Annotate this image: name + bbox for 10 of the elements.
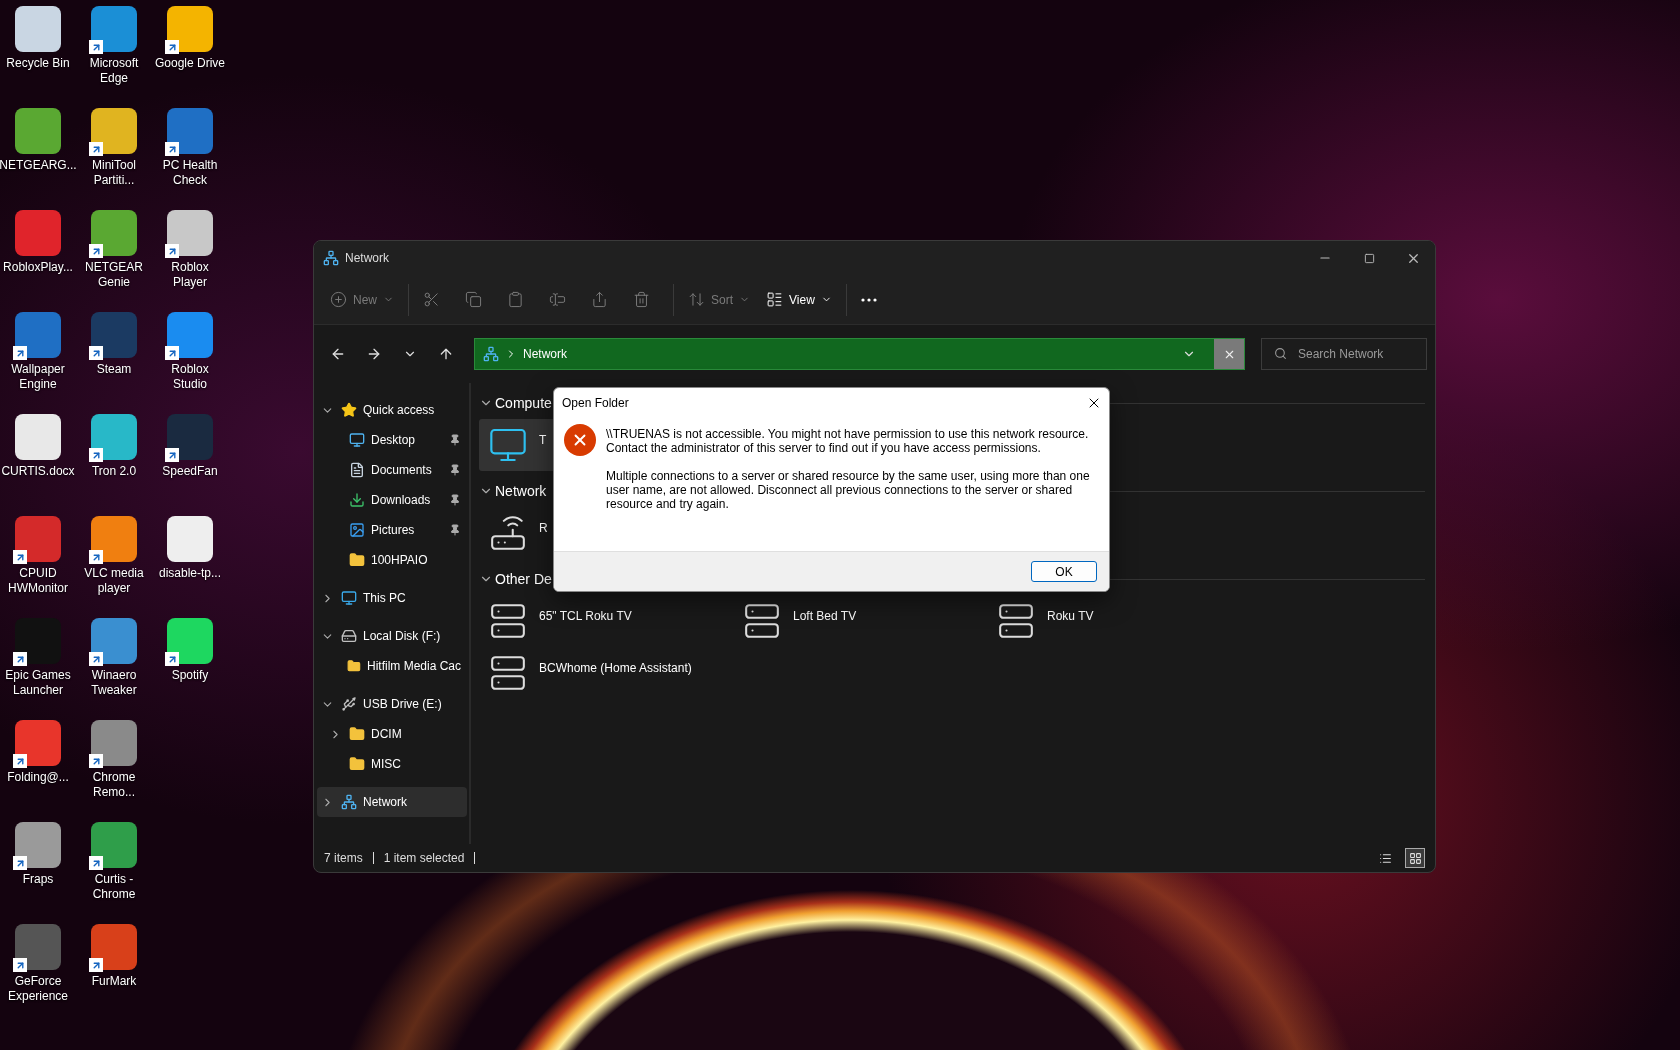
group-header: Network [495,483,547,499]
group-header: Compute [495,395,552,411]
error-message: Multiple connections to a server or shared resource by the same user, using more than one user name, are not allowed. Disconnect all previous connections to the server or shared resource and try again. [606,469,1091,511]
error-message: \\TRUENAS is not accessible. You might not have permission to use this network resource. Contact the administrator of this server to find out if you have access permissions. [606,427,1090,455]
item-count: 7 items [324,851,363,865]
group-header: Other De [495,571,552,587]
selection-count: 1 item selected [383,851,465,865]
dialog-title: Open Folder [562,396,630,410]
window-title: Network [345,251,390,265]
breadcrumb: Network [523,347,568,361]
